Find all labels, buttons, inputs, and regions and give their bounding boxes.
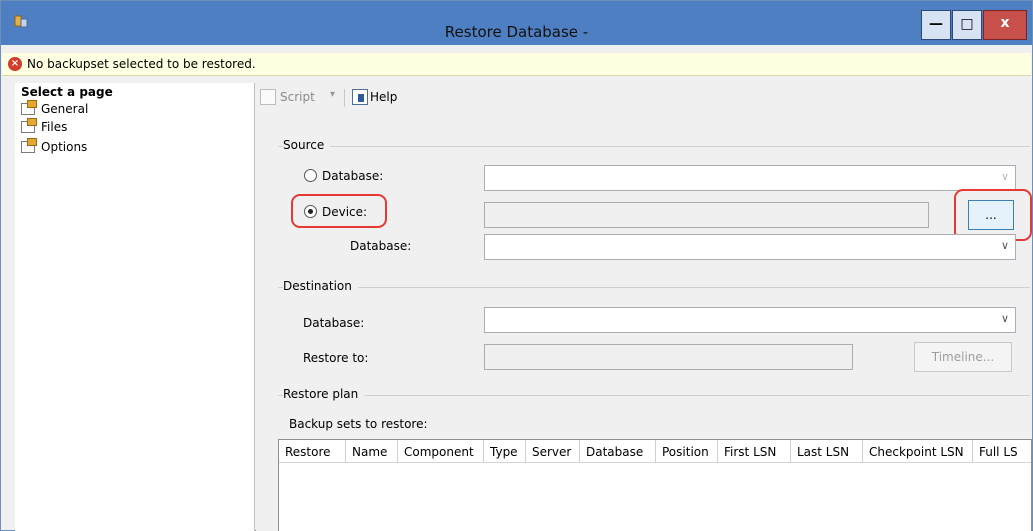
- minimize-button[interactable]: —: [921, 10, 951, 40]
- nav-item-label: Options: [41, 140, 88, 154]
- device-radio[interactable]: [304, 205, 317, 218]
- column-header-restore[interactable]: Restore: [279, 440, 346, 463]
- browse-device-button[interactable]: ...: [968, 200, 1014, 230]
- backup-sets-grid[interactable]: Restore Name Component Type Server Datab…: [278, 439, 1032, 531]
- destination-database-label: Database:: [303, 316, 365, 330]
- restore-database-window: Restore Database - — □ x × No backupset …: [0, 0, 1033, 531]
- grid-header: Restore Name Component Type Server Datab…: [279, 440, 1031, 463]
- select-page-header: Select a page: [21, 85, 113, 99]
- restore-to-textbox: [484, 344, 853, 370]
- close-button[interactable]: x: [983, 10, 1027, 40]
- script-button[interactable]: Script: [280, 90, 315, 104]
- main-pane: Script ▾ Help Source Database: ∨ Device:…: [256, 83, 1032, 531]
- maximize-button[interactable]: □: [952, 10, 982, 40]
- error-message-bar: × No backupset selected to be restored.: [2, 53, 1031, 76]
- error-message: No backupset selected to be restored.: [27, 57, 256, 71]
- help-button[interactable]: Help: [370, 90, 397, 104]
- timeline-button[interactable]: Timeline...: [914, 342, 1012, 372]
- database-radio[interactable]: [304, 169, 317, 182]
- help-icon: [352, 89, 368, 105]
- page-icon: [21, 118, 37, 133]
- chevron-down-icon: ∨: [1000, 170, 1009, 183]
- destination-database-combo[interactable]: ∨: [484, 307, 1016, 333]
- device-textbox: [484, 202, 929, 228]
- device-radio-label: Device:: [322, 205, 368, 219]
- restore-plan-group-line: [278, 395, 1030, 396]
- timeline-label: Timeline...: [931, 350, 995, 364]
- browse-label: ...: [985, 208, 997, 222]
- backup-sets-label: Backup sets to restore:: [289, 417, 428, 431]
- column-header-checkpoint-lsn[interactable]: Checkpoint LSN: [863, 440, 973, 463]
- toolbar-separator: [344, 89, 345, 107]
- page-icon: [21, 100, 37, 115]
- script-icon: [260, 89, 276, 105]
- destination-group-line: [278, 287, 1030, 288]
- column-header-component[interactable]: Component: [398, 440, 484, 463]
- maximize-icon: □: [960, 16, 974, 32]
- toolbar: Script ▾ Help: [260, 87, 560, 109]
- column-header-first-lsn[interactable]: First LSN: [718, 440, 791, 463]
- minimize-icon: —: [929, 16, 943, 32]
- script-dropdown-icon[interactable]: ▾: [330, 89, 335, 100]
- source-group-label: Source: [283, 138, 331, 152]
- column-header-position[interactable]: Position: [656, 440, 718, 463]
- chevron-down-icon: ∨: [1000, 239, 1009, 252]
- page-icon: [21, 138, 37, 153]
- source-database-combo: ∨: [484, 165, 1016, 191]
- column-header-full-lsn[interactable]: Full LS: [973, 440, 1031, 463]
- error-icon: ×: [8, 57, 22, 71]
- restore-to-label: Restore to:: [303, 351, 369, 365]
- nav-item-label: General: [41, 102, 89, 116]
- page-selector-pane: Select a page General Files Options: [15, 83, 255, 531]
- column-header-last-lsn[interactable]: Last LSN: [791, 440, 863, 463]
- window-title: Restore Database -: [444, 23, 589, 41]
- column-header-name[interactable]: Name: [346, 440, 398, 463]
- nav-item-label: Files: [41, 120, 68, 134]
- destination-group-label: Destination: [283, 279, 358, 293]
- column-header-type[interactable]: Type: [484, 440, 526, 463]
- title-bar: Restore Database - — □ x: [1, 1, 1032, 45]
- column-header-database[interactable]: Database: [580, 440, 656, 463]
- close-icon: x: [1000, 15, 1010, 31]
- chevron-down-icon: ∨: [1000, 312, 1009, 325]
- restore-plan-group-label: Restore plan: [283, 387, 365, 401]
- device-database-combo[interactable]: ∨: [484, 234, 1016, 260]
- source-group-line: [278, 146, 1030, 147]
- source-sub-database-label: Database:: [350, 239, 412, 253]
- column-header-server[interactable]: Server: [526, 440, 580, 463]
- database-radio-label: Database:: [322, 169, 384, 183]
